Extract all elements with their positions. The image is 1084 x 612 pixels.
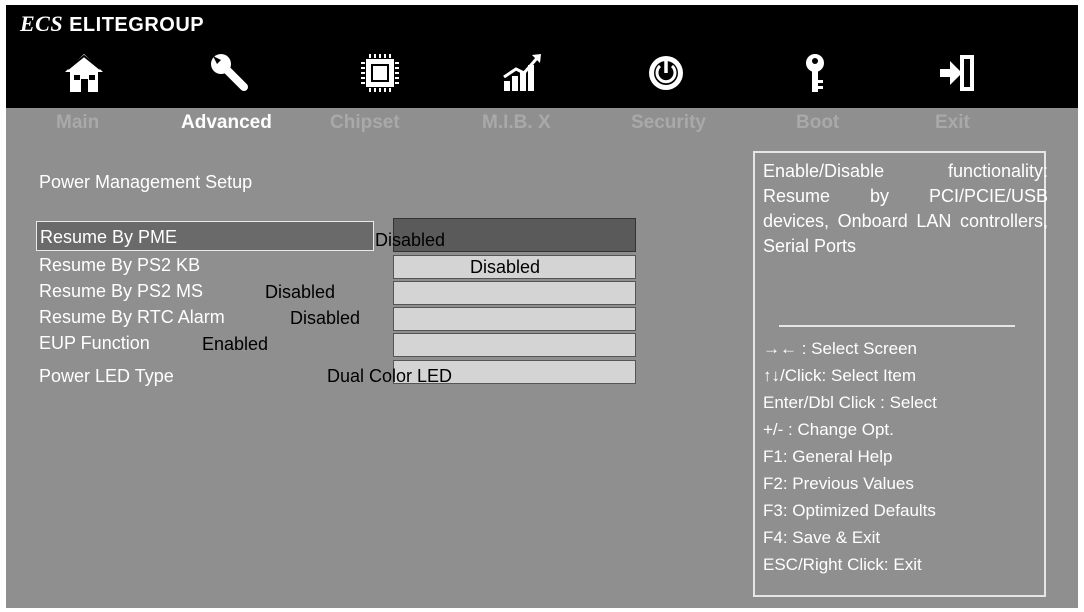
bios-window: ECS ELITEGROUP Main Advanced Chipset M.I… — [6, 5, 1078, 608]
setting-resume-pme-value: Disabled — [375, 230, 446, 250]
chip-icon[interactable] — [350, 45, 410, 101]
tab-main[interactable]: Main — [56, 112, 99, 134]
brand-name: ELITEGROUP — [69, 14, 205, 36]
key-hint: ESC/Right Click: Exit — [763, 555, 922, 574]
setting-resume-ps2ms-value: Disabled — [265, 282, 336, 302]
tab-chipset[interactable]: Chipset — [330, 112, 400, 134]
setting-resume-ps2kb-box[interactable]: Disabled — [393, 255, 636, 279]
setting-resume-pme-label[interactable]: Resume By PME — [36, 221, 374, 251]
wrench-icon[interactable] — [200, 45, 260, 101]
help-separator — [779, 325, 1015, 327]
tab-security[interactable]: Security — [631, 112, 706, 134]
setting-resume-ps2kb-value: Disabled — [470, 257, 541, 277]
key-hint: F1: General Help — [763, 447, 893, 466]
key-legend: →← : Select Screen ↑↓/Click: Select Item… — [763, 335, 937, 578]
key-hint: F4: Save & Exit — [763, 528, 881, 547]
key-hint: F2: Previous Values — [763, 474, 914, 493]
key-hint: F3: Optimized Defaults — [763, 501, 936, 520]
brand-mark: ECS — [20, 11, 64, 36]
setting-resume-rtc-box[interactable] — [393, 307, 636, 331]
key-hint: +/- : Change Opt. — [763, 420, 894, 439]
setting-resume-rtc-value: Disabled — [290, 308, 361, 328]
tab-mibx[interactable]: M.I.B. X — [482, 112, 551, 134]
key-hint: Enter/Dbl Click : Select — [763, 393, 937, 412]
setting-powerled-value: Dual Color LED — [327, 366, 453, 386]
help-description: Enable/Disable functionality: Resume by … — [763, 161, 1048, 256]
home-icon[interactable] — [54, 45, 114, 101]
power-icon[interactable] — [636, 45, 696, 101]
tab-bar: Main Advanced Chipset M.I.B. X Security … — [6, 108, 1078, 142]
chart-icon[interactable] — [492, 45, 552, 101]
setting-resume-ps2ms-box[interactable] — [393, 281, 636, 305]
setting-eup-box[interactable] — [393, 333, 636, 357]
tab-exit[interactable]: Exit — [935, 112, 970, 134]
key-hint: →← : Select Screen — [763, 339, 918, 358]
exit-icon[interactable] — [928, 45, 988, 101]
help-panel: Enable/Disable functionality: Resume by … — [753, 151, 1048, 597]
section-title: Power Management Setup — [39, 172, 253, 192]
brand-logo: ECS ELITEGROUP — [20, 11, 204, 37]
setting-powerled-label[interactable]: Power LED Type — [39, 366, 174, 387]
setting-eup-label[interactable]: EUP Function — [39, 333, 150, 354]
key-icon[interactable] — [785, 45, 845, 101]
tab-advanced[interactable]: Advanced — [181, 112, 272, 134]
setting-resume-ps2kb-label[interactable]: Resume By PS2 KB — [39, 255, 200, 276]
setting-eup-value: Enabled — [202, 334, 269, 354]
setting-resume-ps2ms-label[interactable]: Resume By PS2 MS — [39, 281, 203, 302]
key-hint: ↑↓/Click: Select Item — [763, 366, 917, 385]
tab-boot[interactable]: Boot — [796, 112, 839, 134]
setting-resume-rtc-label[interactable]: Resume By RTC Alarm — [39, 307, 225, 328]
top-bar: ECS ELITEGROUP — [6, 5, 1078, 108]
